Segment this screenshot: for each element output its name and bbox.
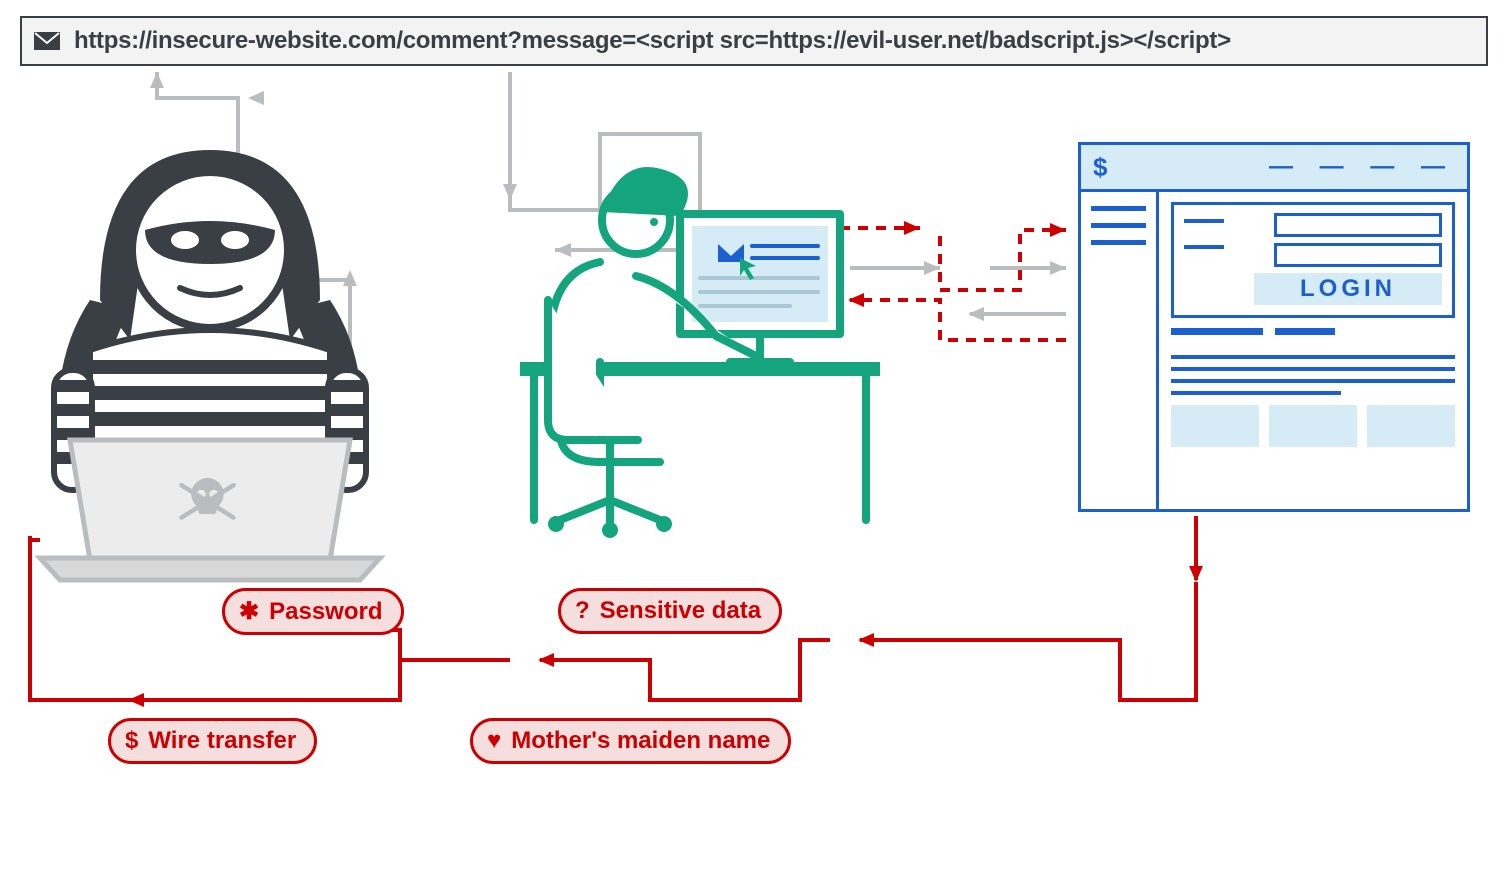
mail-icon — [34, 32, 60, 50]
login-field-1 — [1274, 213, 1442, 237]
email-on-screen-icon — [700, 244, 818, 306]
attacker-figure — [40, 150, 380, 580]
pill-maiden-label: Mother's maiden name — [511, 727, 770, 755]
titlebar-dashes: — — — — — [1269, 153, 1455, 181]
website-titlebar: $ — — — — — [1081, 145, 1467, 192]
dollar-icon-pill: $ — [125, 727, 138, 755]
victim-figure — [520, 167, 880, 538]
login-card: LOGIN — [1171, 202, 1455, 318]
target-website: $ — — — — LOGIN — [1078, 142, 1470, 512]
dollar-icon: $ — [1093, 152, 1107, 183]
question-icon: ? — [575, 597, 590, 625]
url-text: https://insecure-website.com/comment?mes… — [74, 27, 1231, 55]
pill-wire-transfer: $ Wire transfer — [108, 718, 317, 764]
malicious-url-bar: https://insecure-website.com/comment?mes… — [20, 16, 1488, 66]
pill-wire-label: Wire transfer — [148, 727, 296, 755]
pill-password-label: Password — [269, 598, 382, 626]
pill-sensitive-data: ? Sensitive data — [558, 588, 782, 634]
pill-sensitive-label: Sensitive data — [600, 597, 761, 625]
website-sidebar — [1081, 192, 1159, 509]
pill-password: ✱ Password — [222, 588, 404, 635]
heart-icon: ♥ — [487, 727, 501, 755]
attacker-laptop — [40, 440, 380, 580]
login-field-2 — [1274, 243, 1442, 267]
pill-maiden-name: ♥ Mother's maiden name — [470, 718, 791, 764]
login-button[interactable]: LOGIN — [1254, 273, 1442, 305]
website-main: LOGIN — [1159, 192, 1467, 509]
skull-icon — [181, 478, 233, 518]
asterisk-icon: ✱ — [239, 597, 259, 626]
